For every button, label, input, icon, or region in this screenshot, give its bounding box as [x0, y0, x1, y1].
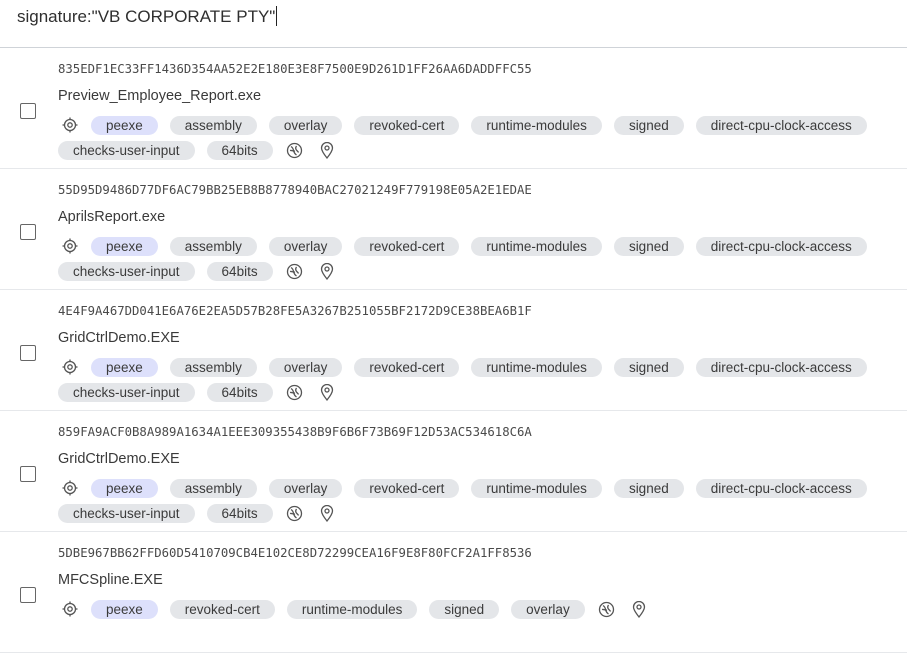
map-pin-icon[interactable] — [629, 599, 649, 619]
tag-signed[interactable]: signed — [613, 478, 684, 498]
dna-globe-icon[interactable] — [285, 140, 305, 160]
tags-line: checks-user-input 64bits — [58, 503, 349, 523]
tag-checks-user-input[interactable]: checks-user-input — [58, 140, 195, 160]
tag-checks-user-input[interactable]: checks-user-input — [58, 261, 195, 281]
tag-overlay[interactable]: overlay — [268, 478, 343, 498]
tag-signed[interactable]: signed — [613, 115, 684, 135]
dna-globe-icon[interactable] — [597, 599, 617, 619]
row-checkbox[interactable] — [20, 587, 36, 603]
result-row[interactable]: 5DBE967BB62FFD60D5410709CB4E102CE8D72299… — [0, 532, 907, 653]
map-pin-icon[interactable] — [317, 503, 337, 523]
result-row[interactable]: 859FA9ACF0B8A989A1634A1EEE309355438B9F6B… — [0, 411, 907, 532]
file-name: GridCtrlDemo.EXE — [58, 330, 180, 346]
tag-signed[interactable]: signed — [613, 236, 684, 256]
tag-assembly[interactable]: assembly — [169, 357, 257, 377]
dna-globe-icon[interactable] — [285, 503, 305, 523]
tag-overlay[interactable]: overlay — [268, 357, 343, 377]
tag-runtime-modules[interactable]: runtime-modules — [471, 357, 602, 377]
tag-assembly[interactable]: assembly — [169, 236, 257, 256]
tags-line: peexe revoked-cert runtime-modules signed ov… — [58, 599, 661, 619]
crosshair-icon[interactable] — [60, 357, 80, 377]
tag-direct-cpu-clock-access[interactable]: direct-cpu-clock-access — [695, 236, 867, 256]
tag-checks-user-input[interactable]: checks-user-input — [58, 382, 195, 402]
tag-assembly[interactable]: assembly — [169, 115, 257, 135]
tag-peexe[interactable]: peexe — [91, 478, 158, 498]
tag-revoked-cert[interactable]: revoked-cert — [354, 478, 460, 498]
tags-line: peexe assembly overlay revoked-cert runtime-… — [58, 115, 879, 135]
tag-peexe[interactable]: peexe — [91, 599, 158, 619]
tag-overlay[interactable]: overlay — [268, 236, 343, 256]
file-hash[interactable]: 5DBE967BB62FFD60D5410709CB4E102CE8D72299… — [58, 546, 532, 560]
tag-peexe[interactable]: peexe — [91, 236, 158, 256]
result-row[interactable]: 55D95D9486D77DF6AC79BB25EB8B8778940BAC27… — [0, 169, 907, 290]
file-hash[interactable]: 55D95D9486D77DF6AC79BB25EB8B8778940BAC27… — [58, 183, 532, 197]
crosshair-icon[interactable] — [60, 115, 80, 135]
dna-globe-icon[interactable] — [285, 382, 305, 402]
tag-64bits[interactable]: 64bits — [206, 503, 273, 523]
tag-runtime-modules[interactable]: runtime-modules — [471, 478, 602, 498]
tag-direct-cpu-clock-access[interactable]: direct-cpu-clock-access — [695, 357, 867, 377]
tags-line: checks-user-input 64bits — [58, 140, 349, 160]
map-pin-icon[interactable] — [317, 140, 337, 160]
tag-revoked-cert[interactable]: revoked-cert — [354, 115, 460, 135]
map-pin-icon[interactable] — [317, 382, 337, 402]
file-hash[interactable]: 4E4F9A467DD041E6A76E2EA5D57B28FE5A3267B2… — [58, 304, 532, 318]
file-hash[interactable]: 835EDF1EC33FF1436D354AA52E2E180E3E8F7500… — [58, 62, 532, 76]
tag-runtime-modules[interactable]: runtime-modules — [471, 236, 602, 256]
tags-line: checks-user-input 64bits — [58, 382, 349, 402]
dna-globe-icon[interactable] — [285, 261, 305, 281]
tag-direct-cpu-clock-access[interactable]: direct-cpu-clock-access — [695, 478, 867, 498]
tag-64bits[interactable]: 64bits — [206, 140, 273, 160]
tag-64bits[interactable]: 64bits — [206, 261, 273, 281]
tags-line: peexe assembly overlay revoked-cert runtime-… — [58, 236, 879, 256]
tag-assembly[interactable]: assembly — [169, 478, 257, 498]
tags-line: peexe assembly overlay revoked-cert runtime-… — [58, 478, 879, 498]
crosshair-icon[interactable] — [60, 236, 80, 256]
map-pin-icon[interactable] — [317, 261, 337, 281]
tag-overlay[interactable]: overlay — [511, 599, 585, 619]
tag-overlay[interactable]: overlay — [268, 115, 343, 135]
tag-signed[interactable]: signed — [613, 357, 684, 377]
text-cursor — [276, 6, 278, 26]
tag-runtime-modules[interactable]: runtime-modules — [471, 115, 602, 135]
file-hash[interactable]: 859FA9ACF0B8A989A1634A1EEE309355438B9F6B… — [58, 425, 532, 439]
tag-64bits[interactable]: 64bits — [206, 382, 273, 402]
tag-direct-cpu-clock-access[interactable]: direct-cpu-clock-access — [695, 115, 867, 135]
search-input[interactable]: signature:"VB CORPORATE PTY" — [17, 6, 275, 28]
result-row[interactable]: 835EDF1EC33FF1436D354AA52E2E180E3E8F7500… — [0, 48, 907, 169]
file-name: MFCSpline.EXE — [58, 572, 163, 588]
tags-line: peexe assembly overlay revoked-cert runtime-… — [58, 357, 879, 377]
file-name: Preview_Employee_Report.exe — [58, 88, 262, 104]
row-checkbox[interactable] — [20, 103, 36, 119]
tag-revoked-cert[interactable]: revoked-cert — [169, 599, 275, 619]
crosshair-icon[interactable] — [60, 599, 80, 619]
row-checkbox[interactable] — [20, 466, 36, 482]
tag-signed[interactable]: signed — [429, 599, 500, 619]
tag-checks-user-input[interactable]: checks-user-input — [58, 503, 195, 523]
tag-runtime-modules[interactable]: runtime-modules — [286, 599, 418, 619]
file-name: GridCtrlDemo.EXE — [58, 451, 180, 467]
results-list: 835EDF1EC33FF1436D354AA52E2E180E3E8F7500… — [0, 48, 907, 653]
crosshair-icon[interactable] — [60, 478, 80, 498]
search-bar[interactable]: signature:"VB CORPORATE PTY" — [0, 0, 907, 48]
tag-revoked-cert[interactable]: revoked-cert — [354, 357, 460, 377]
tag-peexe[interactable]: peexe — [91, 357, 158, 377]
tag-revoked-cert[interactable]: revoked-cert — [354, 236, 460, 256]
tags-line: checks-user-input 64bits — [58, 261, 349, 281]
row-checkbox[interactable] — [20, 345, 36, 361]
file-name: AprilsReport.exe — [58, 209, 166, 225]
tag-peexe[interactable]: peexe — [91, 115, 158, 135]
result-row[interactable]: 4E4F9A467DD041E6A76E2EA5D57B28FE5A3267B2… — [0, 290, 907, 411]
row-checkbox[interactable] — [20, 224, 36, 240]
